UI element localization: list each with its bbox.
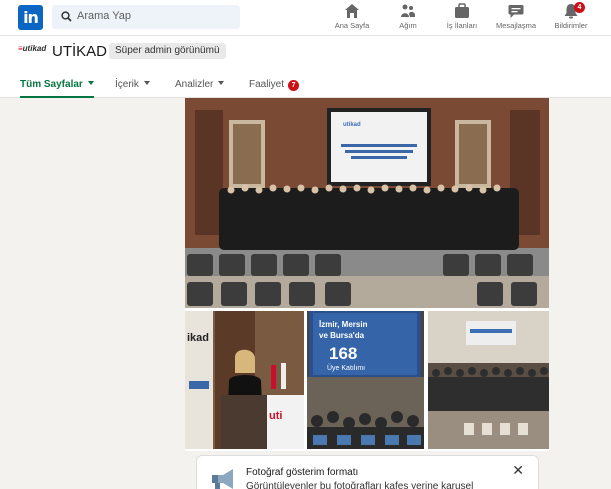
tab-activity-label: Faaliyet bbox=[249, 79, 285, 90]
stat-line-2: ve Bursa'da bbox=[319, 331, 365, 340]
close-icon[interactable]: ✕ bbox=[512, 462, 524, 479]
search-input[interactable]: Arama Yap bbox=[52, 5, 240, 29]
activity-count-badge: 7 bbox=[288, 80, 300, 91]
page-header: ≡utikad UTİKAD Süper admin görünümü Tüm … bbox=[0, 36, 611, 98]
linkedin-logo[interactable]: in bbox=[18, 5, 43, 30]
nav-network-label: Ağım bbox=[399, 21, 417, 30]
notification-badge: 4 bbox=[574, 2, 585, 13]
company-logo[interactable]: ≡utikad bbox=[18, 44, 46, 53]
stat-line-3: Üye Katılımı bbox=[327, 364, 365, 372]
nav-jobs[interactable]: İş İlanları bbox=[435, 3, 489, 30]
home-icon bbox=[325, 3, 379, 20]
search-placeholder: Arama Yap bbox=[77, 10, 132, 22]
banner-text: ikad bbox=[187, 332, 209, 344]
search-icon bbox=[61, 11, 72, 22]
megaphone-icon bbox=[212, 469, 233, 489]
notice-body: Görüntüleyenler bu fotoğrafları kafes ye… bbox=[246, 481, 474, 489]
tab-content-label: İçerik bbox=[115, 79, 139, 90]
company-name[interactable]: UTİKAD bbox=[52, 43, 107, 60]
photo-grid: utikad ikad uti İzmir, Mersin ve Bursa'd… bbox=[185, 98, 549, 451]
photo-stat-slide[interactable]: İzmir, Mersin ve Bursa'da 168 Üye Katılı… bbox=[307, 311, 424, 449]
tab-analytics-label: Analizler bbox=[175, 79, 214, 90]
nav-messaging-label: Mesajlaşma bbox=[495, 21, 536, 30]
tab-all-pages-label: Tüm Sayfalar bbox=[20, 79, 83, 90]
photo-format-notice: Fotoğraf gösterim formatı Görüntüleyenle… bbox=[196, 455, 539, 489]
photo-speaker[interactable]: ikad uti bbox=[185, 311, 304, 449]
nav-messaging[interactable]: Mesajlaşma bbox=[489, 3, 543, 30]
tab-analytics[interactable]: Analizler bbox=[175, 79, 225, 98]
role-badge: Süper admin görünümü bbox=[109, 43, 226, 59]
top-nav: in Arama Yap Ana Sayfa Ağım İş İlanları … bbox=[0, 0, 611, 36]
nav-network[interactable]: Ağım bbox=[381, 3, 435, 30]
photo-audience[interactable] bbox=[428, 311, 549, 449]
photo-group[interactable]: utikad bbox=[185, 98, 549, 308]
chevron-down-icon bbox=[218, 81, 225, 85]
lectern-logo-text: uti bbox=[269, 410, 282, 422]
jobs-icon bbox=[435, 3, 489, 20]
nav-home[interactable]: Ana Sayfa bbox=[325, 3, 379, 30]
notice-title: Fotoğraf gösterim formatı bbox=[246, 467, 359, 478]
stat-number: 168 bbox=[329, 344, 357, 363]
messaging-icon bbox=[489, 3, 543, 20]
nav-notifications-label: Bildirimler bbox=[554, 21, 588, 30]
tab-activity[interactable]: Faaliyet 7 bbox=[249, 79, 300, 98]
bell-icon: 4 bbox=[544, 2, 598, 20]
nav-home-label: Ana Sayfa bbox=[334, 21, 370, 30]
stat-line-1: İzmir, Mersin bbox=[319, 320, 368, 329]
chevron-down-icon bbox=[143, 81, 150, 85]
tab-all-pages[interactable]: Tüm Sayfalar bbox=[20, 79, 94, 98]
nav-jobs-label: İş İlanları bbox=[446, 21, 478, 30]
nav-notifications[interactable]: 4 Bildirimler bbox=[544, 2, 598, 30]
chevron-down-icon bbox=[87, 81, 94, 85]
network-icon bbox=[381, 3, 435, 20]
tab-content[interactable]: İçerik bbox=[115, 79, 150, 98]
